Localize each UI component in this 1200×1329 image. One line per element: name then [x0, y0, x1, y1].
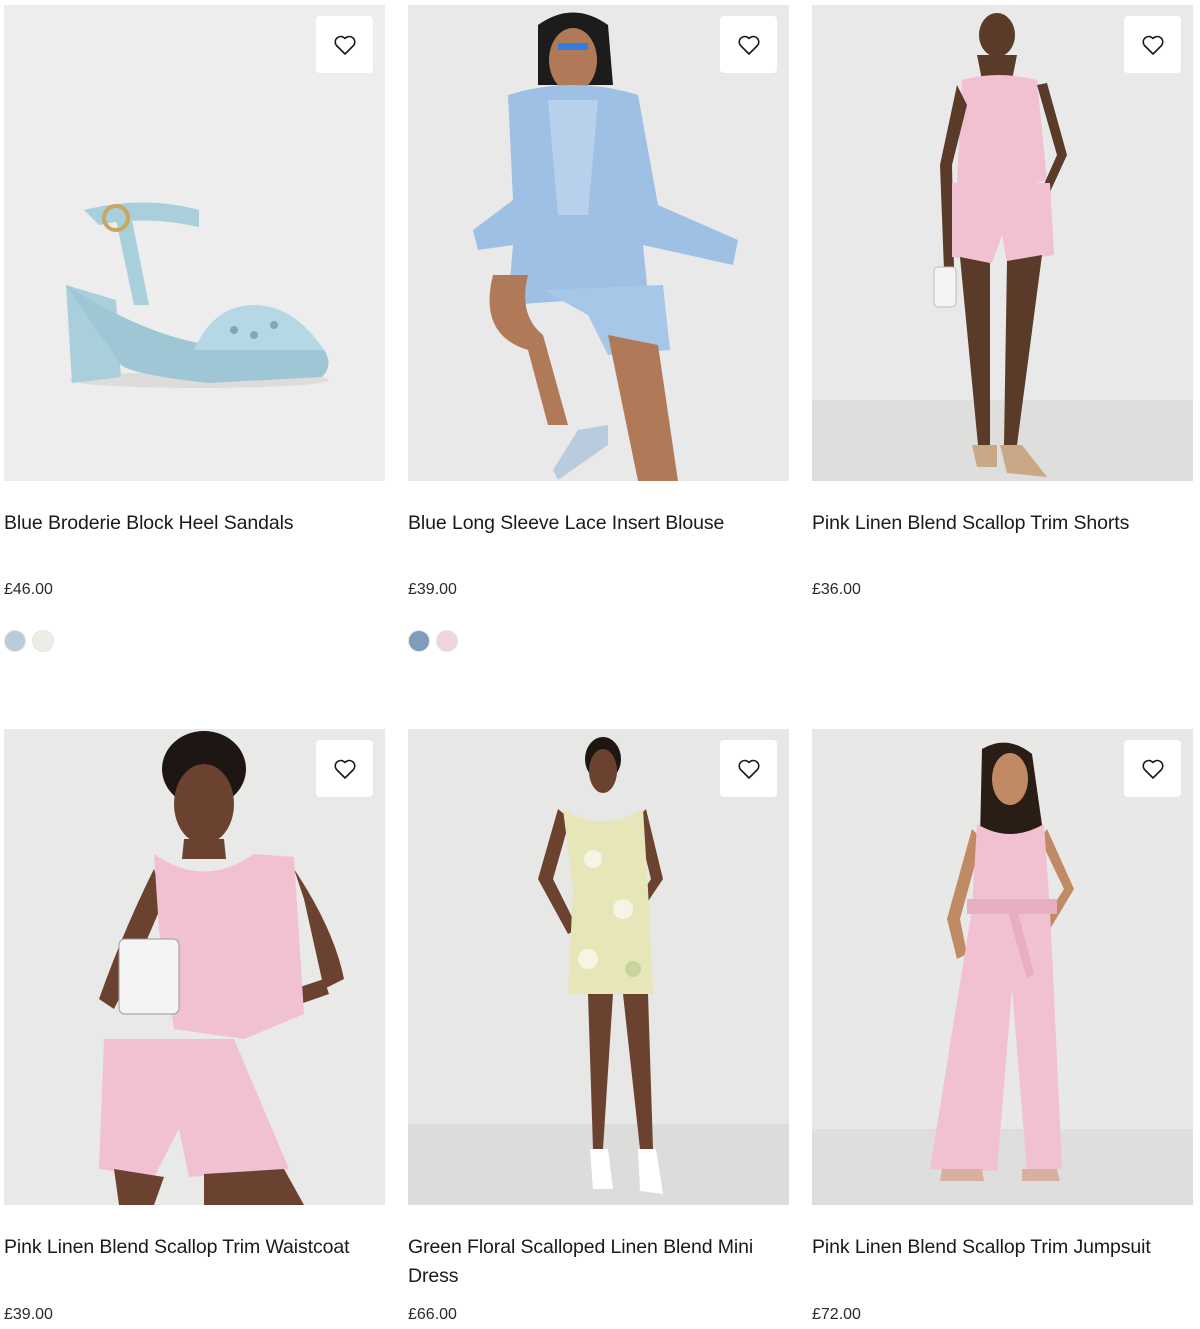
- product-title[interactable]: Blue Broderie Block Heel Sandals: [4, 509, 385, 567]
- colour-swatch[interactable]: [32, 630, 54, 652]
- jumpsuit-photo: [812, 729, 1193, 1205]
- wishlist-button[interactable]: [316, 16, 373, 73]
- product-price: £39.00: [408, 581, 457, 598]
- wishlist-button[interactable]: [720, 16, 777, 73]
- wishlist-button[interactable]: [1124, 16, 1181, 73]
- product-title[interactable]: Pink Linen Blend Scallop Trim Waistcoat: [4, 1233, 385, 1291]
- heart-outline-icon: [1141, 759, 1164, 779]
- heart-outline-icon: [737, 35, 760, 55]
- product-title[interactable]: Pink Linen Blend Scallop Trim Shorts: [812, 509, 1193, 567]
- heart-outline-icon: [333, 35, 356, 55]
- product-image[interactable]: [812, 5, 1193, 481]
- colour-swatch[interactable]: [436, 630, 458, 652]
- product-price: £66.00: [408, 1306, 457, 1323]
- wishlist-button[interactable]: [316, 740, 373, 797]
- product-title[interactable]: Pink Linen Blend Scallop Trim Jumpsuit: [812, 1233, 1193, 1291]
- wishlist-button[interactable]: [720, 740, 777, 797]
- wishlist-button[interactable]: [1124, 740, 1181, 797]
- product-image[interactable]: [4, 729, 385, 1205]
- product-grid: Blue Broderie Block Heel Sandals £46.00: [4, 5, 1193, 1329]
- product-image[interactable]: [812, 729, 1193, 1205]
- sandal-photo: [4, 5, 385, 481]
- waistcoat-photo: [4, 729, 385, 1205]
- product-card[interactable]: Green Floral Scalloped Linen Blend Mini …: [408, 729, 789, 1329]
- product-image[interactable]: [408, 5, 789, 481]
- product-price: £72.00: [812, 1306, 861, 1323]
- product-card[interactable]: Pink Linen Blend Scallop Trim Waistcoat …: [4, 729, 385, 1329]
- product-title[interactable]: Blue Long Sleeve Lace Insert Blouse: [408, 509, 789, 567]
- product-image[interactable]: [4, 5, 385, 481]
- product-card[interactable]: Blue Long Sleeve Lace Insert Blouse £39.…: [408, 5, 789, 729]
- product-card[interactable]: Blue Broderie Block Heel Sandals £46.00: [4, 5, 385, 729]
- product-price: £46.00: [4, 581, 53, 598]
- heart-outline-icon: [737, 759, 760, 779]
- product-card[interactable]: Pink Linen Blend Scallop Trim Jumpsuit £…: [812, 729, 1193, 1329]
- dress-photo: [408, 729, 789, 1205]
- heart-outline-icon: [1141, 35, 1164, 55]
- shorts-photo: [812, 5, 1193, 481]
- blouse-photo: [408, 5, 789, 481]
- product-image[interactable]: [408, 729, 789, 1205]
- colour-swatch[interactable]: [4, 630, 26, 652]
- product-price: £39.00: [4, 1306, 53, 1323]
- product-card[interactable]: Pink Linen Blend Scallop Trim Shorts £36…: [812, 5, 1193, 729]
- colour-swatches: [408, 630, 789, 652]
- colour-swatches: [4, 630, 385, 652]
- product-title[interactable]: Green Floral Scalloped Linen Blend Mini …: [408, 1233, 789, 1291]
- product-price: £36.00: [812, 581, 861, 598]
- heart-outline-icon: [333, 759, 356, 779]
- colour-swatch[interactable]: [408, 630, 430, 652]
